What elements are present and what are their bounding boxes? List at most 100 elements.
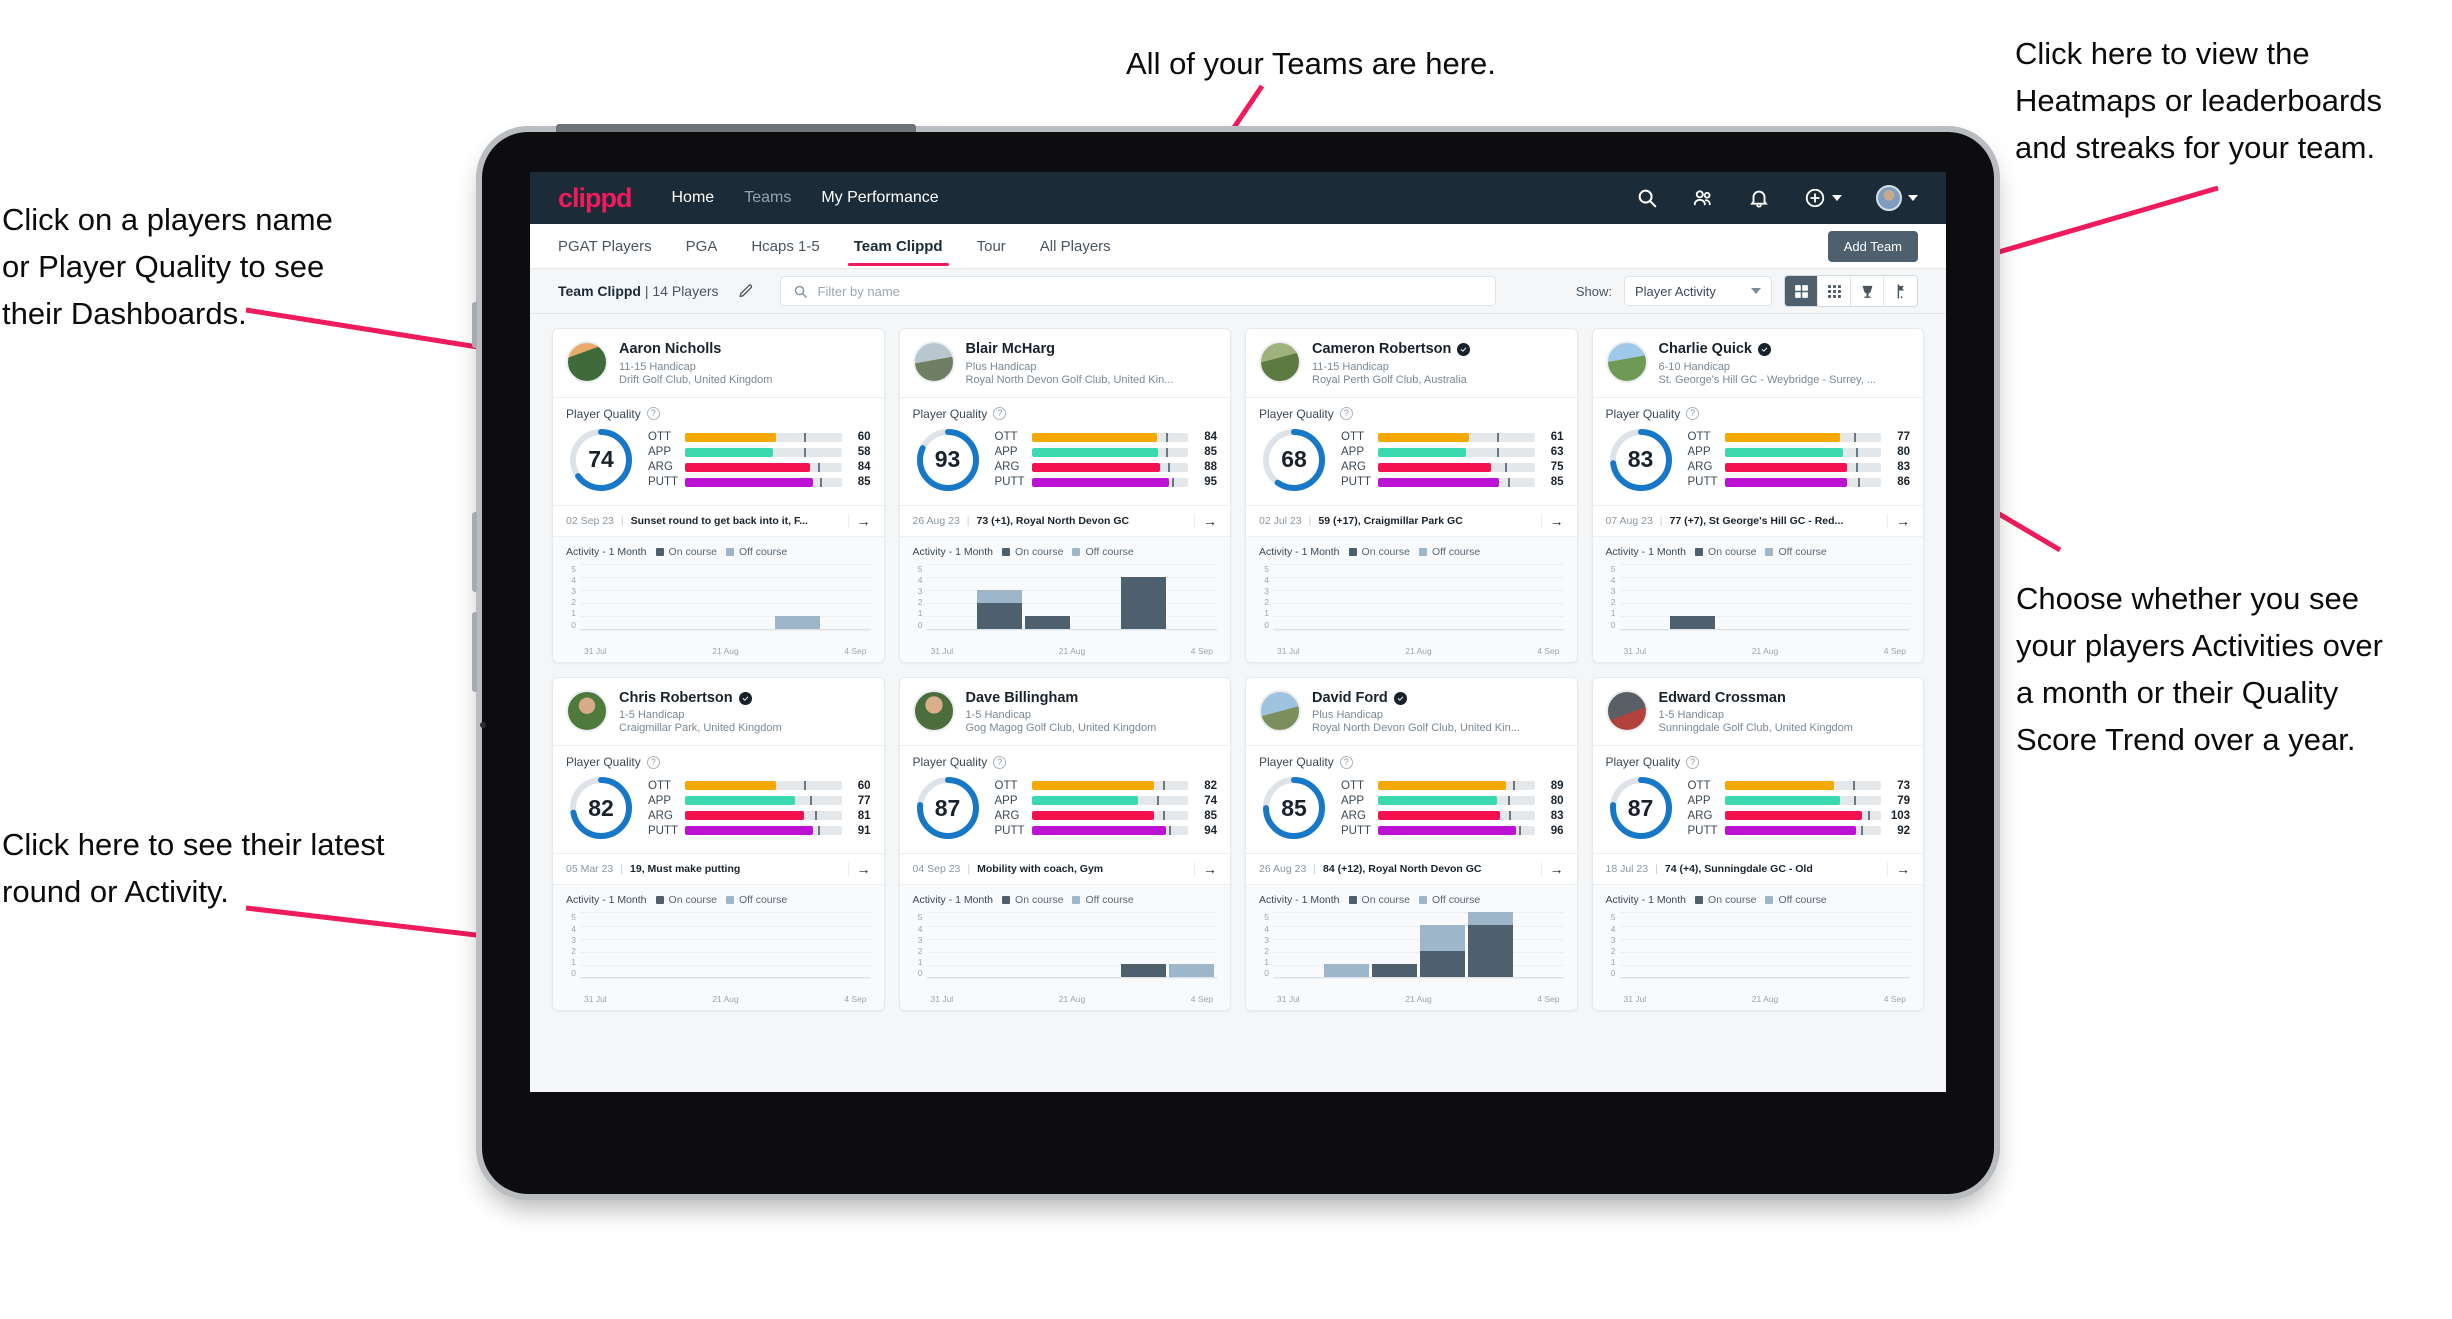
tab-pgat-players[interactable]: PGAT Players bbox=[558, 226, 652, 266]
help-icon[interactable]: ? bbox=[646, 755, 660, 769]
player-quality-section[interactable]: Player Quality? 83 OTT 77 APP 80 ARG 83 PUTT 86 bbox=[1592, 396, 1923, 505]
flag-icon[interactable] bbox=[1884, 276, 1917, 306]
player-header[interactable]: Blair McHarg Plus Handicap Royal North Dev… bbox=[900, 329, 1231, 397]
player-card[interactable]: Aaron Nicholls 11-15 Handicap Drift Golf C… bbox=[552, 328, 885, 663]
metric-bar bbox=[1031, 447, 1188, 457]
x-tick: 21 Aug bbox=[1751, 645, 1779, 656]
player-name[interactable]: Aaron Nicholls bbox=[619, 341, 772, 358]
help-icon[interactable]: ? bbox=[1686, 755, 1700, 769]
grid-large-icon[interactable] bbox=[1785, 276, 1818, 306]
player-card[interactable]: Blair McHarg Plus Handicap Royal North Dev… bbox=[898, 328, 1231, 663]
search-icon[interactable] bbox=[1636, 187, 1658, 209]
latest-round-row[interactable]: 02 Sep 23 | Sunset round to get back into … bbox=[553, 504, 884, 536]
player-header[interactable]: Aaron Nicholls 11-15 Handicap Drift Golf C… bbox=[553, 329, 884, 397]
player-quality-section[interactable]: Player Quality? 93 OTT 84 APP 85 ARG 88 PUTT 95 bbox=[899, 396, 1230, 505]
player-name[interactable]: Cameron Robertson bbox=[1312, 341, 1471, 358]
people-icon[interactable] bbox=[1692, 187, 1714, 209]
help-icon[interactable]: ? bbox=[1339, 755, 1353, 769]
metric-label: ARG bbox=[994, 461, 1020, 474]
nav-teams[interactable]: Teams bbox=[744, 189, 791, 207]
nav-my-performance[interactable]: My Performance bbox=[821, 189, 938, 207]
device-button-volume-up[interactable] bbox=[472, 512, 477, 592]
help-icon[interactable]: ? bbox=[1339, 407, 1353, 421]
player-card[interactable]: Chris Robertson 1-5 Handicap Craigmillar P… bbox=[552, 676, 885, 1012]
help-icon[interactable]: ? bbox=[646, 407, 660, 421]
player-header[interactable]: Cameron Robertson 11-15 Handicap Royal Per… bbox=[1246, 329, 1577, 397]
player-card[interactable]: Charlie Quick 6-10 Handicap St. George's H… bbox=[1591, 328, 1924, 663]
arrow-right-icon[interactable]: → bbox=[847, 862, 871, 877]
show-select[interactable]: Player Activity bbox=[1624, 276, 1772, 306]
player-card[interactable]: Dave Billingham 1-5 Handicap Gog Magog Gol… bbox=[898, 676, 1231, 1012]
arrow-right-icon[interactable]: → bbox=[1540, 513, 1564, 528]
player-card[interactable]: Edward Crossman 1-5 Handicap Sunningdale G… bbox=[1591, 676, 1924, 1012]
tab-all-players[interactable]: All Players bbox=[1040, 226, 1111, 266]
help-icon[interactable]: ? bbox=[993, 407, 1007, 421]
help-icon[interactable]: ? bbox=[993, 755, 1007, 769]
player-quality-section[interactable]: Player Quality? 87 OTT 82 APP 74 ARG 85 PUTT 94 bbox=[899, 745, 1230, 853]
latest-round-row[interactable]: 07 Aug 23 | 77 (+7), St George's Hill GC -… bbox=[1592, 504, 1923, 536]
arrow-right-icon[interactable]: → bbox=[1194, 862, 1217, 877]
chevron-down-icon bbox=[1908, 195, 1918, 201]
player-quality-section[interactable]: Player Quality? 82 OTT 60 APP 77 ARG 81 PUTT 91 bbox=[553, 745, 884, 853]
nav-home[interactable]: Home bbox=[672, 189, 715, 207]
latest-round-row[interactable]: 18 Jul 23 | 74 (+4), Sunningdale GC - Old → bbox=[1592, 853, 1923, 884]
arrow-right-icon[interactable]: → bbox=[847, 513, 871, 528]
metric-bar bbox=[1724, 432, 1881, 442]
arrow-right-icon[interactable]: → bbox=[1194, 513, 1217, 528]
player-quality-section[interactable]: Player Quality? 87 OTT 73 APP 79 ARG 103 PUTT 92 bbox=[1592, 745, 1923, 853]
player-header[interactable]: Chris Robertson 1-5 Handicap Craigmillar P… bbox=[553, 678, 884, 746]
grid-small-icon[interactable] bbox=[1818, 276, 1851, 306]
metric-bar bbox=[1724, 462, 1881, 472]
latest-round-row[interactable]: 02 Jul 23 | 59 (+17), Craigmillar Park GC → bbox=[1246, 504, 1577, 536]
device-button-volume-down[interactable] bbox=[472, 612, 477, 692]
chart-bars bbox=[1273, 564, 1564, 629]
user-menu[interactable] bbox=[1876, 185, 1918, 211]
player-name[interactable]: Edward Crossman bbox=[1659, 690, 1853, 707]
player-card[interactable]: David Ford Plus Handicap Royal North Devon… bbox=[1245, 676, 1578, 1012]
add-team-button[interactable]: Add Team bbox=[1827, 230, 1918, 262]
player-quality-header: Player Quality? bbox=[913, 755, 1218, 769]
tab-hcaps-1-5[interactable]: Hcaps 1-5 bbox=[751, 226, 819, 266]
player-name[interactable]: Charlie Quick bbox=[1659, 341, 1876, 358]
player-name[interactable]: Chris Robertson bbox=[619, 690, 782, 707]
player-header[interactable]: Dave Billingham 1-5 Handicap Gog Magog Gol… bbox=[900, 678, 1231, 746]
search-input[interactable]: Filter by name bbox=[779, 276, 1496, 306]
player-header[interactable]: David Ford Plus Handicap Royal North Devon… bbox=[1246, 678, 1577, 746]
tab-team-clippd[interactable]: Team Clippd bbox=[847, 226, 949, 266]
y-tick: 1 bbox=[1264, 608, 1269, 619]
player-card[interactable]: Cameron Robertson 11-15 Handicap Royal Per… bbox=[1245, 328, 1578, 663]
player-quality-label: Player Quality bbox=[1259, 406, 1334, 421]
clippd-logo[interactable]: clippd bbox=[558, 183, 632, 214]
player-quality-section[interactable]: Player Quality? 68 OTT 61 APP 63 ARG 75 PUTT 85 bbox=[1246, 396, 1577, 505]
player-quality-body: 87 OTT 73 APP 79 ARG 103 PUTT 92 bbox=[1606, 773, 1910, 843]
chart-plot bbox=[1619, 912, 1910, 980]
arrow-right-icon[interactable]: → bbox=[1887, 513, 1910, 528]
edit-pencil-icon[interactable] bbox=[737, 283, 754, 300]
help-icon[interactable]: ? bbox=[1686, 407, 1700, 421]
latest-round-row[interactable]: 26 Aug 23 | 84 (+12), Royal North Devon GC… bbox=[1246, 853, 1577, 884]
tab-tour[interactable]: Tour bbox=[977, 226, 1006, 266]
arrow-right-icon[interactable]: → bbox=[1887, 862, 1910, 877]
latest-round-row[interactable]: 05 Mar 23 | 19, Must make putting → bbox=[553, 853, 884, 884]
player-name[interactable]: Dave Billingham bbox=[966, 690, 1157, 707]
player-quality-section[interactable]: Player Quality? 85 OTT 89 APP 80 ARG 83 PUTT 96 bbox=[1246, 745, 1577, 853]
latest-round-row[interactable]: 26 Aug 23 | 73 (+1), Royal North Devon GC → bbox=[899, 504, 1230, 536]
activity-bar bbox=[1623, 564, 1668, 629]
player-header[interactable]: Charlie Quick 6-10 Handicap St. George's H… bbox=[1593, 329, 1924, 397]
arrow-right-icon[interactable]: → bbox=[1540, 862, 1564, 877]
trophy-icon[interactable] bbox=[1851, 276, 1884, 306]
tab-pga[interactable]: PGA bbox=[686, 226, 718, 266]
device-button-top[interactable] bbox=[472, 302, 477, 348]
bell-icon[interactable] bbox=[1748, 187, 1770, 209]
player-name[interactable]: David Ford bbox=[1312, 690, 1520, 707]
metric-row: APP 63 bbox=[1341, 446, 1564, 458]
y-tick: 3 bbox=[917, 934, 923, 945]
player-quality-section[interactable]: Player Quality? 74 OTT 60 APP 58 ARG 84 PUTT 85 bbox=[553, 396, 884, 505]
player-header[interactable]: Edward Crossman 1-5 Handicap Sunningdale G… bbox=[1593, 678, 1924, 746]
quality-metrics: OTT 84 APP 85 ARG 88 PUTT 95 bbox=[995, 431, 1218, 488]
player-name[interactable]: Blair McHarg bbox=[966, 341, 1174, 358]
chart-x-axis: 31 Jul 21 Aug 4 Sep bbox=[1259, 646, 1564, 656]
search-icon bbox=[793, 284, 808, 299]
add-circle-menu[interactable] bbox=[1804, 187, 1842, 209]
latest-round-row[interactable]: 04 Sep 23 | Mobility with coach, Gym → bbox=[899, 853, 1230, 884]
